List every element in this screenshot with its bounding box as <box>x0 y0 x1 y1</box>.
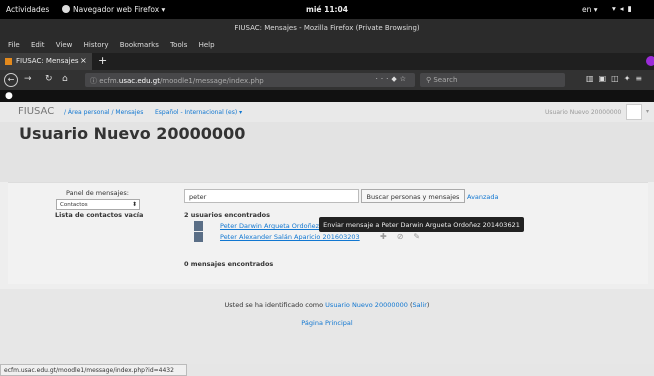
menu-view[interactable]: View <box>56 41 73 49</box>
tab-bar: FIUSAC: Mensajes × + <box>0 53 654 70</box>
home-page-link[interactable]: Página Principal <box>0 319 654 327</box>
page-content: FIUSAC / Área personal / Mensajes Españo… <box>0 102 654 364</box>
navigation-bar: ← → ↻ ⌂ ⓘ ecfm.usac.edu.gt/moodle1/messa… <box>0 70 654 90</box>
menu-bookmarks[interactable]: Bookmarks <box>120 41 159 49</box>
clock[interactable]: mié 11:04 <box>0 5 654 14</box>
site-brand[interactable]: FIUSAC <box>18 106 54 117</box>
panel-select-value: Contactos <box>60 202 88 208</box>
url-host: usac.edu.gt <box>118 77 160 85</box>
messages-region: Panel de mensajes: Contactos ⬍ Lista de … <box>8 182 648 284</box>
select-arrow-icon: ⬍ <box>131 201 137 208</box>
menu-icon[interactable]: ≡ <box>635 74 647 83</box>
chevron-down-icon[interactable]: ▾ <box>646 108 649 115</box>
messages-found-heading: 0 mensajes encontrados <box>184 260 274 268</box>
private-browsing-icon <box>646 56 654 66</box>
home-icon[interactable]: ⌂ <box>62 74 68 84</box>
user-menu-name[interactable]: Usuario Nuevo 20000000 <box>545 109 621 116</box>
page-actions-icon[interactable]: ··· <box>376 75 392 83</box>
gnome-top-bar: Actividades Navegador web Firefox ▾ mié … <box>0 0 654 19</box>
advanced-search-link[interactable]: Avanzada <box>467 193 499 201</box>
bookmark-strip: ● <box>0 90 654 102</box>
sidebar-icon[interactable]: ▣ <box>599 74 612 83</box>
page-title: Usuario Nuevo 20000000 <box>19 124 246 143</box>
profile-link[interactable]: Usuario Nuevo 20000000 <box>325 301 408 309</box>
user-icon[interactable]: ● <box>5 91 13 101</box>
search-people-button[interactable]: Buscar personas y mensajes <box>361 189 465 203</box>
reload-icon[interactable]: ↻ <box>45 74 53 84</box>
window-title: FIUSAC: Mensajes - Mozilla Firefox (Priv… <box>234 24 420 32</box>
pocket-icon[interactable]: ◆ <box>391 75 399 83</box>
add-contact-icon[interactable]: ✚ <box>380 232 397 241</box>
menu-tools[interactable]: Tools <box>170 41 187 49</box>
favicon-icon <box>5 58 12 65</box>
system-tray[interactable]: ▾◂▮ <box>612 4 636 13</box>
volume-icon: ◂ <box>619 4 628 13</box>
menu-history[interactable]: History <box>84 41 109 49</box>
url-path: /moodle1/message/index.php <box>159 77 264 85</box>
menu-help[interactable]: Help <box>199 41 215 49</box>
menu-file[interactable]: File <box>8 41 20 49</box>
status-bar: ecfm.usac.edu.gt/moodle1/message/index.p… <box>0 364 187 376</box>
search-placeholder: Search <box>433 76 458 84</box>
toolbar-buttons: ▥▣◫✦≡ <box>586 74 647 83</box>
site-info-icon[interactable]: ⓘ <box>90 77 99 85</box>
menu-edit[interactable]: Edit <box>31 41 45 49</box>
container-icon[interactable]: ◫ <box>611 74 624 83</box>
window-titlebar: FIUSAC: Mensajes - Mozilla Firefox (Priv… <box>0 19 654 38</box>
panel-label: Panel de mensajes: <box>66 189 129 197</box>
user-result-row: Peter Alexander Salán Aparicio 201603203… <box>194 232 454 243</box>
bookmark-star-icon[interactable]: ☆ <box>400 75 409 83</box>
url-bar[interactable]: ⓘ ecfm.usac.edu.gt/moodle1/message/index… <box>85 73 415 87</box>
forward-icon[interactable]: → <box>24 74 32 84</box>
page-footer: Usted se ha identificado como Usuario Nu… <box>0 289 654 364</box>
user-result-link[interactable]: Peter Alexander Salán Aparicio 201603203 <box>220 233 360 241</box>
search-input-value: peter <box>189 193 207 201</box>
url-prefix: ecfm. <box>99 77 119 85</box>
contacts-empty-text: Lista de contactos vacía <box>55 211 144 219</box>
send-message-tooltip: Enviar mensaje a Peter Darwin Argueta Or… <box>319 217 524 232</box>
new-tab-icon[interactable]: + <box>98 54 107 67</box>
close-tab-icon[interactable]: × <box>80 56 87 65</box>
search-input[interactable]: peter <box>184 189 359 203</box>
network-icon: ▾ <box>612 4 620 13</box>
site-navbar: FIUSAC / Área personal / Mensajes Españo… <box>0 102 654 122</box>
send-message-icon[interactable]: ✎ <box>413 232 430 241</box>
tab-label: FIUSAC: Mensajes <box>16 57 79 65</box>
login-info: Usted se ha identificado como Usuario Nu… <box>0 301 654 309</box>
user-picture[interactable] <box>194 221 203 231</box>
users-found-heading: 2 usuarios encontrados <box>184 211 270 219</box>
page-header: Usuario Nuevo 20000000 <box>0 122 654 182</box>
menu-bar: File Edit View History Bookmarks Tools H… <box>0 38 654 53</box>
login-prefix: Usted se ha identificado como <box>224 301 326 309</box>
tab-fiusac-mensajes[interactable]: FIUSAC: Mensajes × <box>0 53 92 70</box>
breadcrumb[interactable]: / Área personal / Mensajes <box>64 109 143 116</box>
search-bar[interactable]: ⚲ Search <box>420 73 565 87</box>
keyboard-layout[interactable]: en ▾ <box>582 5 598 14</box>
battery-icon: ▮ <box>627 4 636 13</box>
back-icon[interactable]: ← <box>4 73 18 87</box>
user-actions: ✚⊘✎ <box>380 232 430 241</box>
login-close: ) <box>426 301 430 309</box>
user-picture[interactable] <box>194 232 203 242</box>
language-menu[interactable]: Español - Internacional (es) ▾ <box>155 109 242 116</box>
block-contact-icon[interactable]: ⊘ <box>397 232 414 241</box>
extension-icon[interactable]: ✦ <box>624 74 636 83</box>
url-actions: ···◆☆ <box>376 75 409 83</box>
logout-link[interactable]: Salir <box>413 301 427 309</box>
library-icon[interactable]: ▥ <box>586 74 599 83</box>
avatar[interactable] <box>626 104 642 120</box>
panel-select[interactable]: Contactos ⬍ <box>56 199 140 210</box>
